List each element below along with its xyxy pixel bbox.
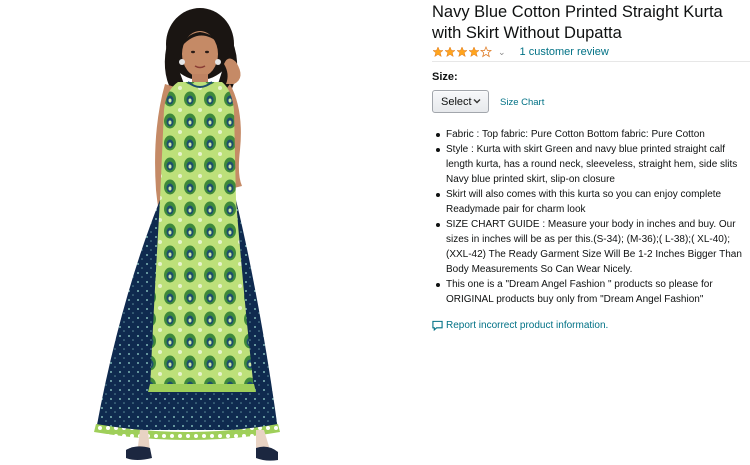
feature-bullet: SIZE CHART GUIDE : Measure your body in … [436,217,750,277]
feature-bullet: This one is a "Dream Angel Fashion " pro… [436,277,750,307]
star-icon [468,46,480,58]
star-rating[interactable] [432,46,492,58]
size-select-dropdown[interactable]: Select [432,90,489,113]
feature-bullet: Style : Kurta with skirt Green and navy … [436,142,750,187]
customer-review-link[interactable]: 1 customer review [520,46,609,58]
star-icon [444,46,456,58]
chevron-down-icon[interactable]: ⌄ [498,47,506,58]
product-image [94,8,280,461]
size-chart-link[interactable]: Size Chart [500,97,544,108]
divider [432,61,750,62]
feature-bullet: Skirt will also comes with this kurta so… [436,187,750,217]
report-row: Report incorrect product information. [432,320,608,331]
product-title: Navy Blue Cotton Printed Straight Kurta … [432,3,723,42]
product-detail-panel: Navy Blue Cotton Printed Straight Kurta … [432,0,750,465]
feature-bullets: Fabric : Top fabric: Pure Cotton Bottom … [432,127,750,307]
rating-row: ⌄ 1 customer review [432,44,609,60]
report-incorrect-info-link[interactable]: Report incorrect product information. [446,320,608,331]
star-empty-icon [480,46,492,58]
comment-icon [432,320,443,331]
chevron-down-icon [473,99,481,104]
star-icon [432,46,444,58]
size-label: Size: [432,71,458,83]
size-select-value: Select [441,95,472,108]
star-icon [456,46,468,58]
feature-bullet: Fabric : Top fabric: Pure Cotton Bottom … [436,127,750,142]
